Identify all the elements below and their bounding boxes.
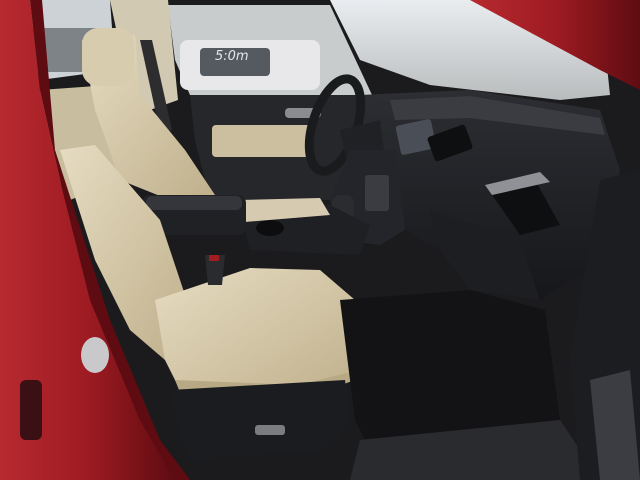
seat-adjust-switch xyxy=(255,425,285,435)
driver-headrest xyxy=(82,28,134,86)
armrest-top xyxy=(146,196,242,210)
window-sticker-text: 5:0m xyxy=(215,49,249,64)
door-hinge-reflection xyxy=(81,337,109,373)
cup-holder xyxy=(256,220,284,236)
climate-controls xyxy=(365,175,389,211)
car-interior-photo: 5:0m xyxy=(0,0,640,480)
door-hinge xyxy=(20,380,42,440)
seat-buckle-tab xyxy=(209,255,219,261)
door-armrest-insert xyxy=(212,125,312,157)
seat-base xyxy=(170,380,350,460)
